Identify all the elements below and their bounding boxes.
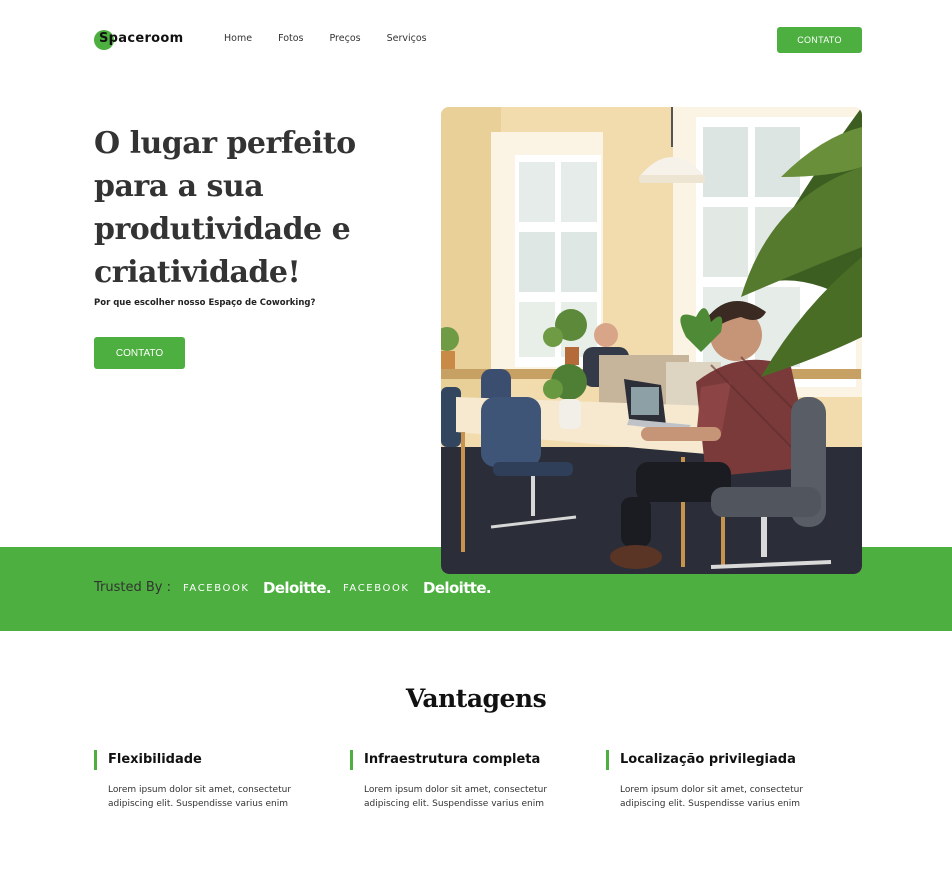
nav-link-home[interactable]: Home bbox=[224, 33, 252, 44]
accent-bar bbox=[350, 750, 353, 770]
partner-logo-facebook: FACEBOOK bbox=[343, 583, 410, 594]
nav-link-servicos[interactable]: Serviços bbox=[387, 33, 427, 44]
feature-title: Flexibilidade bbox=[108, 752, 202, 767]
partner-logo-deloitte: Deloitte. bbox=[423, 579, 492, 597]
coworking-office-photo bbox=[441, 107, 862, 574]
partner-logo-facebook: FACEBOOK bbox=[183, 583, 250, 594]
accent-bar bbox=[606, 750, 609, 770]
nav-contact-button[interactable]: CONTATO bbox=[777, 27, 862, 53]
hero-title: O lugar perfeito para a sua produtividad… bbox=[94, 126, 356, 290]
feature-text: Lorem ipsum dolor sit amet, consectetur … bbox=[620, 785, 804, 809]
feature-title: Infraestrutura completa bbox=[364, 752, 541, 767]
navbar: Spaceroom Home Fotos Preços Serviços CON… bbox=[0, 0, 952, 80]
hero-photo bbox=[441, 107, 862, 574]
hero-contact-button[interactable]: CONTATO bbox=[94, 337, 185, 369]
advantages-title: Vantagens bbox=[405, 684, 547, 713]
feature-title: Localização privilegiada bbox=[620, 752, 796, 767]
partner-logo-deloitte: Deloitte. bbox=[263, 579, 332, 597]
accent-bar bbox=[94, 750, 97, 770]
nav-link-fotos[interactable]: Fotos bbox=[278, 33, 303, 44]
nav-links: Home Fotos Preços Serviços bbox=[224, 33, 453, 44]
feature-text: Lorem ipsum dolor sit amet, consectetur … bbox=[364, 785, 548, 809]
nav-link-precos[interactable]: Preços bbox=[330, 33, 361, 44]
brand-name: Spaceroom bbox=[99, 31, 184, 46]
trusted-label: Trusted By : bbox=[94, 580, 171, 595]
hero-subtitle: Por que escolher nosso Espaço de Coworki… bbox=[94, 298, 316, 308]
feature-text: Lorem ipsum dolor sit amet, consectetur … bbox=[108, 785, 292, 809]
